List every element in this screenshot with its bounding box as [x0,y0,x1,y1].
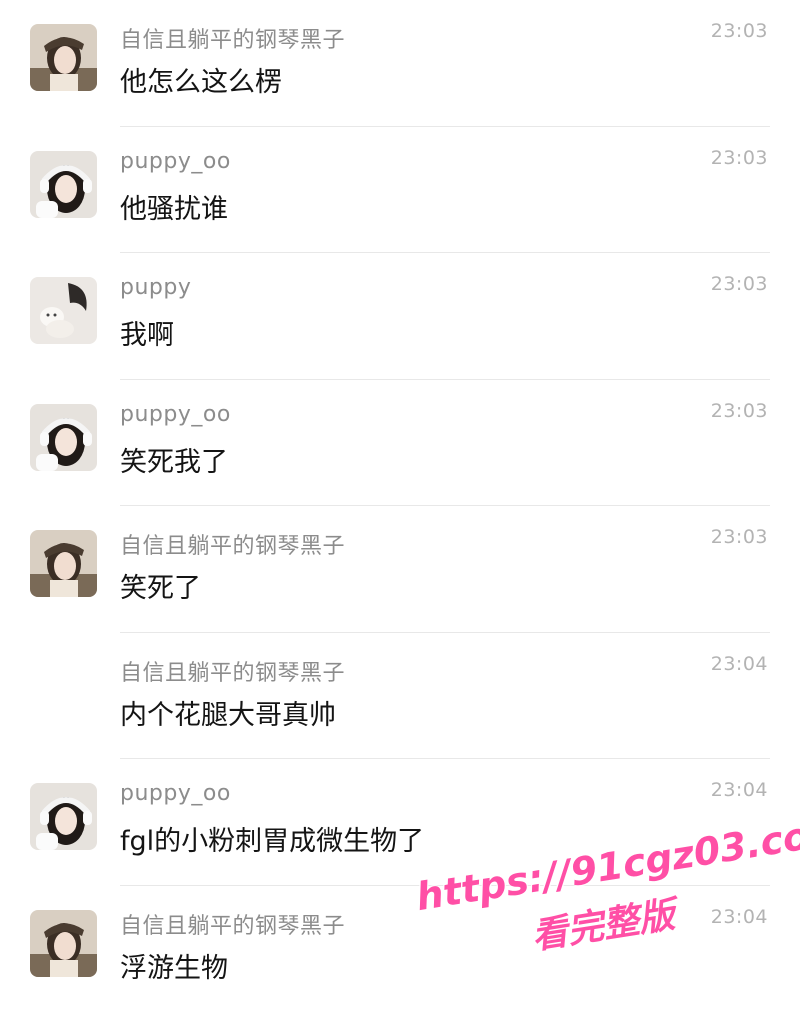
chat-message-list: 自信且躺平的钢琴黑子 23:03 他怎么这么楞 puppy_oo 23:03 他… [0,0,800,1012]
avatar [30,657,97,724]
sender-name: 自信且躺平的钢琴黑子 [120,22,345,54]
sender-name: 自信且躺平的钢琴黑子 [120,908,345,940]
message-text: 他怎么这么楞 [120,60,282,99]
message-time: 23:03 [711,400,768,422]
message-text: 笑死我了 [120,440,228,479]
sender-name: puppy [120,275,191,300]
avatar[interactable] [30,910,97,977]
avatar[interactable] [30,530,97,597]
list-item[interactable]: 自信且躺平的钢琴黑子 23:03 他怎么这么楞 [0,0,800,127]
message-text: 笑死了 [120,566,201,605]
toy-photo-avatar-icon [30,277,97,344]
list-item[interactable]: puppy_oo 23:03 他骚扰谁 [0,127,800,254]
message-text: fgl的小粉刺胃成微生物了 [120,819,424,858]
list-item[interactable]: puppy_oo 23:04 fgl的小粉刺胃成微生物了 [0,759,800,886]
sender-name: puppy_oo [120,402,231,427]
message-time: 23:04 [711,653,768,675]
girl-headphones-avatar-icon [30,151,97,218]
message-text: 内个花腿大哥真帅 [120,693,336,732]
message-text: 浮游生物 [120,946,228,985]
girl-cap-avatar-icon [30,530,97,597]
list-item[interactable]: 自信且躺平的钢琴黑子 23:04 浮游生物 [0,886,800,1012]
avatar[interactable] [30,151,97,218]
sender-name: puppy_oo [120,781,231,806]
avatar[interactable] [30,277,97,344]
sender-name: 自信且躺平的钢琴黑子 [120,655,345,687]
girl-headphones-avatar-icon [30,404,97,471]
message-time: 23:03 [711,20,768,42]
message-time: 23:04 [711,779,768,801]
girl-cap-avatar-icon [30,24,97,91]
avatar[interactable] [30,24,97,91]
avatar[interactable] [30,783,97,850]
message-time: 23:04 [711,906,768,928]
message-time: 23:03 [711,147,768,169]
girl-headphones-avatar-icon [30,783,97,850]
message-time: 23:03 [711,273,768,295]
message-text: 我啊 [120,313,174,352]
message-time: 23:03 [711,526,768,548]
girl-cap-avatar-icon [30,910,97,977]
list-item[interactable]: 自信且躺平的钢琴黑子 23:03 笑死了 [0,506,800,633]
avatar[interactable] [30,404,97,471]
list-item[interactable]: puppy_oo 23:03 笑死我了 [0,380,800,507]
list-item[interactable]: 自信且躺平的钢琴黑子 23:04 内个花腿大哥真帅 [0,633,800,760]
sender-name: puppy_oo [120,149,231,174]
sender-name: 自信且躺平的钢琴黑子 [120,528,345,560]
message-text: 他骚扰谁 [120,187,228,226]
list-item[interactable]: puppy 23:03 我啊 [0,253,800,380]
